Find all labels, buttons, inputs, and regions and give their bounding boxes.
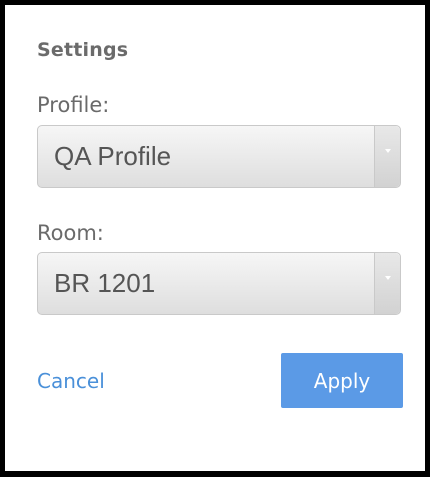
room-select-dropdown-toggle[interactable] <box>374 253 400 314</box>
room-label: Room: <box>37 221 104 245</box>
room-select-value: BR 1201 <box>54 268 156 298</box>
room-select[interactable]: BR 1201 <box>37 252 401 315</box>
profile-label: Profile: <box>37 93 110 117</box>
settings-dialog: Settings Profile: QA Profile Room: BR 12… <box>5 5 425 471</box>
profile-select[interactable]: QA Profile <box>37 125 401 188</box>
profile-select-dropdown-toggle[interactable] <box>374 126 400 187</box>
chevron-down-icon <box>384 275 391 280</box>
chevron-down-icon <box>384 148 391 153</box>
dialog-title: Settings <box>37 39 129 61</box>
apply-button[interactable]: Apply <box>281 353 403 408</box>
profile-select-value: QA Profile <box>54 141 172 171</box>
cancel-button[interactable]: Cancel <box>37 369 105 393</box>
